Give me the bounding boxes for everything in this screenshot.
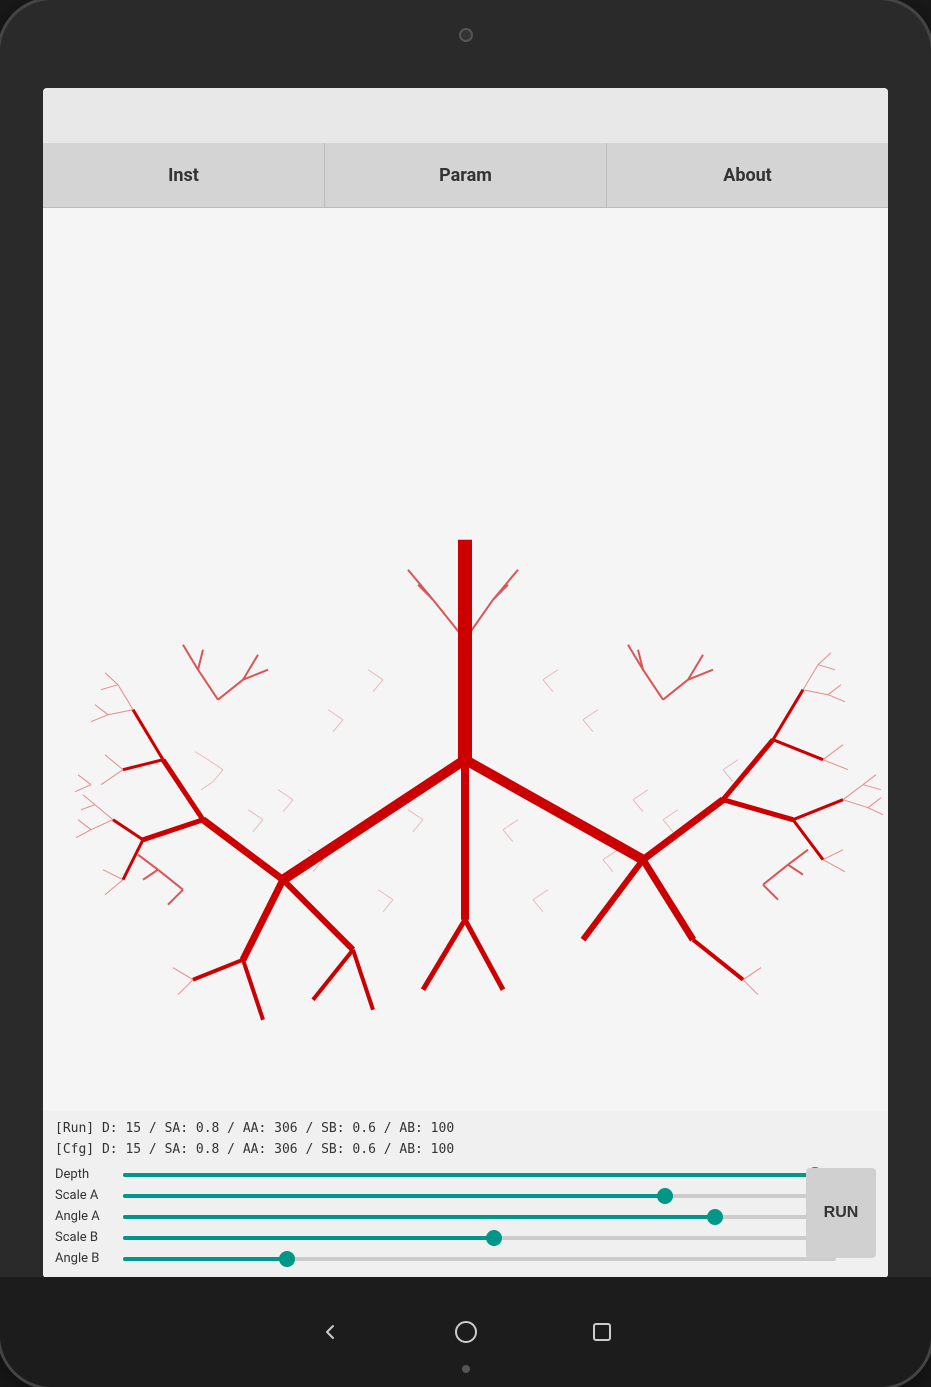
angle-a-thumb[interactable] bbox=[707, 1209, 723, 1225]
recents-button[interactable] bbox=[584, 1314, 620, 1350]
fractal-display bbox=[43, 208, 888, 1111]
bottom-mic-dot bbox=[462, 1365, 470, 1373]
status-bar bbox=[43, 88, 888, 143]
tab-inst-label: Inst bbox=[168, 165, 199, 186]
angle-b-track[interactable] bbox=[123, 1257, 836, 1261]
depth-slider-row: Depth bbox=[55, 1167, 876, 1182]
angle-b-fill bbox=[123, 1257, 287, 1261]
run-button-label: RUN bbox=[824, 1204, 859, 1222]
scale-a-slider-row: Scale A bbox=[55, 1188, 876, 1203]
angle-b-thumb[interactable] bbox=[279, 1251, 295, 1267]
scale-b-label: Scale B bbox=[55, 1230, 115, 1245]
angle-a-fill bbox=[123, 1215, 715, 1219]
scale-b-thumb[interactable] bbox=[486, 1230, 502, 1246]
tablet-device: Inst Param About bbox=[0, 0, 931, 1387]
depth-track[interactable] bbox=[123, 1173, 836, 1177]
scale-b-fill bbox=[123, 1236, 494, 1240]
home-button[interactable] bbox=[448, 1314, 484, 1350]
tab-param-label: Param bbox=[439, 165, 492, 186]
controls-panel: [Run] D: 15 / SA: 0.8 / AA: 306 / SB: 0.… bbox=[43, 1111, 888, 1278]
angle-a-track[interactable] bbox=[123, 1215, 836, 1219]
fractal-svg bbox=[43, 208, 888, 1111]
scale-a-thumb[interactable] bbox=[657, 1188, 673, 1204]
angle-b-slider-row: Angle B bbox=[55, 1251, 876, 1266]
scale-a-fill bbox=[123, 1194, 665, 1198]
depth-fill bbox=[123, 1173, 815, 1177]
sliders-container: Depth Scale A Angle A bbox=[55, 1167, 876, 1266]
scale-a-label: Scale A bbox=[55, 1188, 115, 1203]
back-button[interactable] bbox=[312, 1314, 348, 1350]
tab-about[interactable]: About bbox=[607, 143, 888, 207]
tab-inst[interactable]: Inst bbox=[43, 143, 325, 207]
tab-bar: Inst Param About bbox=[43, 143, 888, 208]
camera-dot bbox=[459, 28, 473, 42]
scale-b-slider-row: Scale B bbox=[55, 1230, 876, 1245]
scale-b-track[interactable] bbox=[123, 1236, 836, 1240]
cfg-status: [Cfg] D: 15 / SA: 0.8 / AA: 306 / SB: 0.… bbox=[55, 1140, 876, 1161]
scale-a-track[interactable] bbox=[123, 1194, 836, 1198]
angle-b-label: Angle B bbox=[55, 1251, 115, 1266]
run-button[interactable]: RUN bbox=[806, 1168, 876, 1258]
run-status: [Run] D: 15 / SA: 0.8 / AA: 306 / SB: 0.… bbox=[55, 1119, 876, 1140]
tablet-screen: Inst Param About bbox=[43, 88, 888, 1278]
depth-label: Depth bbox=[55, 1167, 115, 1182]
tab-about-label: About bbox=[723, 165, 772, 186]
angle-a-label: Angle A bbox=[55, 1209, 115, 1224]
tab-param[interactable]: Param bbox=[325, 143, 607, 207]
angle-a-slider-row: Angle A bbox=[55, 1209, 876, 1224]
